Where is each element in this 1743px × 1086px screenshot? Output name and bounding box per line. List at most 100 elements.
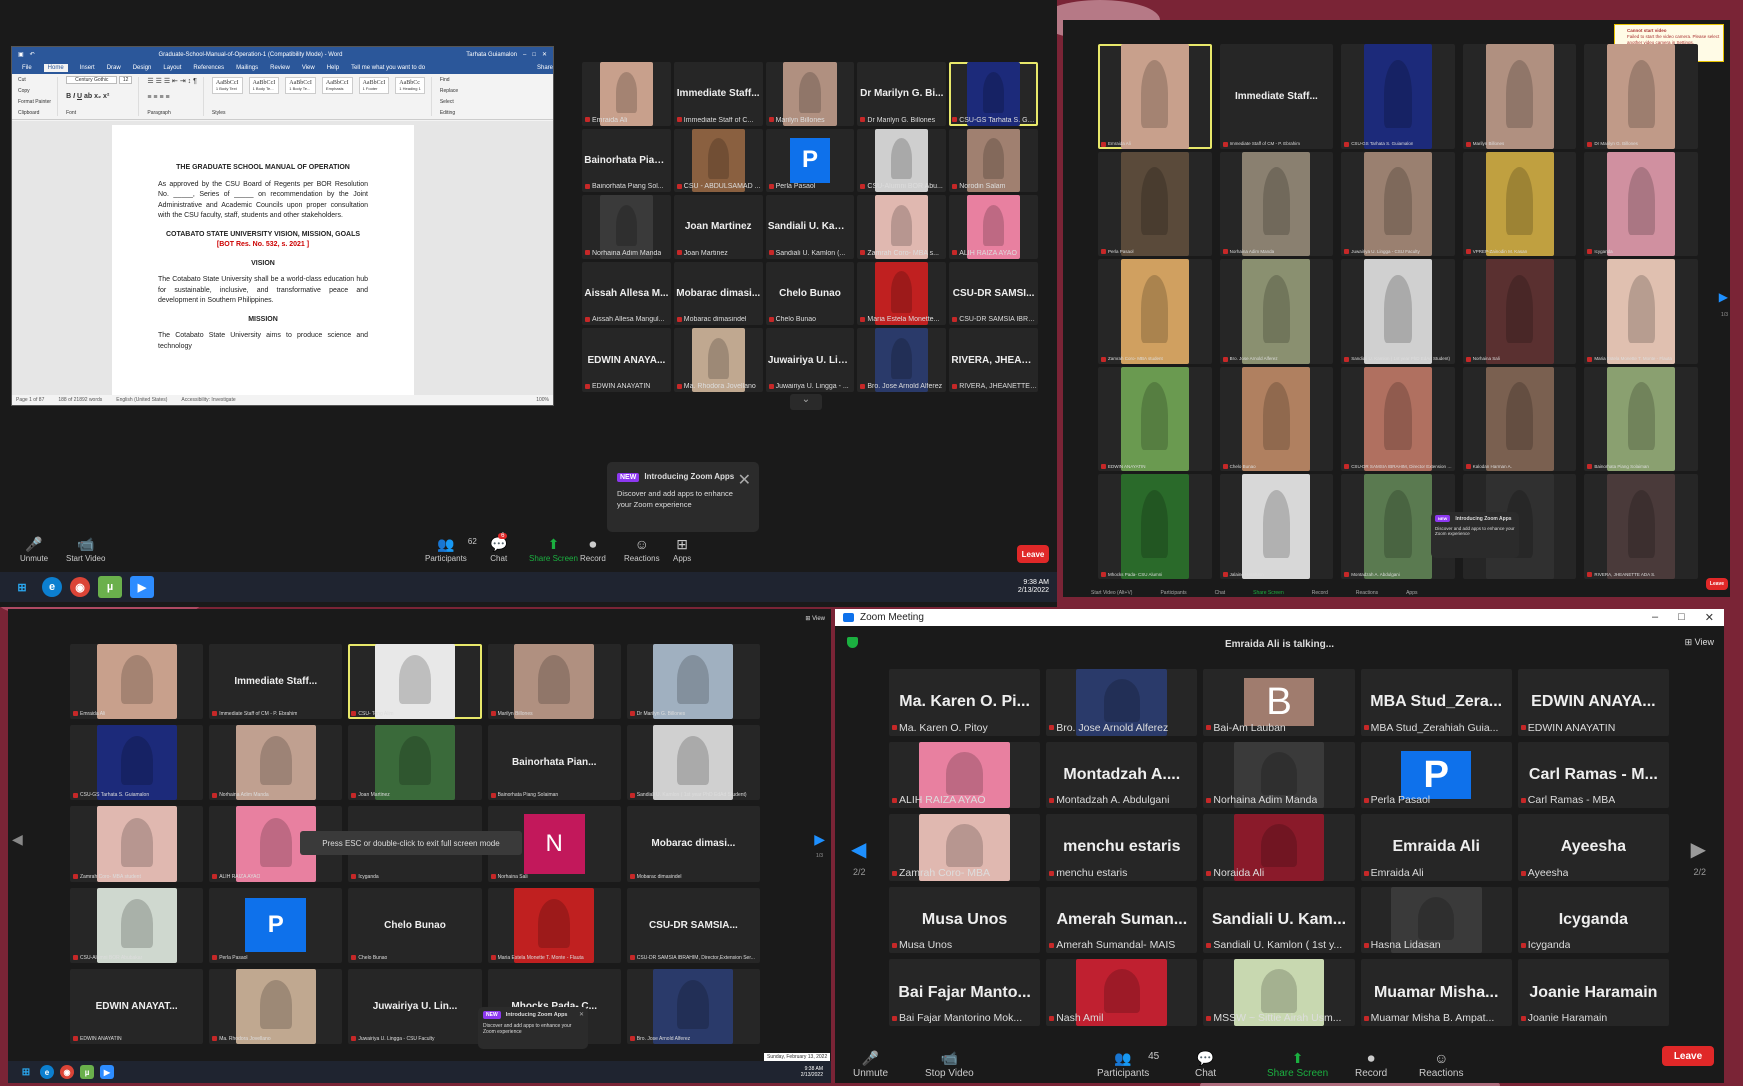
participant-tile[interactable]: MBA Stud_Zera... MBA Stud_Zerahiah Guia..…	[1360, 669, 1512, 736]
participant-tile[interactable]: Ma. Rhodora Jovellano	[673, 328, 763, 392]
participant-tile[interactable]: Joan Martinez Joan Martinez	[673, 195, 763, 259]
maximize-icon[interactable]: □	[1678, 611, 1685, 624]
participant-tile[interactable]: Aissah Allesa M... Aissah Allesa Mangul..…	[582, 261, 671, 326]
start-video-button[interactable]: 📹 Start Video	[66, 537, 105, 563]
prev-page-arrow[interactable]: ◀	[851, 837, 866, 862]
reactions-button[interactable]: ☺ Reactions	[1419, 1051, 1463, 1079]
close-icon[interactable]: ✕	[579, 1011, 584, 1018]
share-screen-button[interactable]: ⬆ Share Screen	[1267, 1051, 1328, 1079]
participant-tile[interactable]: Sandiali U. Kam... Sandiali U. Kamlon ( 1…	[1203, 886, 1355, 954]
windows-start-icon[interactable]: ⊞	[10, 576, 34, 598]
unmute-button[interactable]: 🎤 Unmute	[20, 537, 48, 563]
torrent-icon[interactable]: µ	[80, 1065, 94, 1079]
word-menu-item[interactable]: Layout	[163, 65, 181, 71]
participant-tile[interactable]: Kalodan Harman A.	[1462, 366, 1577, 472]
zoom-taskbar-icon[interactable]: ▶	[130, 576, 154, 598]
participant-tile[interactable]: Ayeesha Ayeesha	[1517, 814, 1669, 881]
participant-tile[interactable]: Bainorhata Pian... Bainorhata Piang Sol..…	[582, 128, 671, 193]
participant-tile[interactable]: Mobarac dimasi... Mobarac dimasindel	[673, 261, 763, 326]
participant-tile[interactable]: Jalaine Haraham	[1219, 474, 1334, 579]
participant-tile[interactable]: ALIH RAIZA AYAO	[889, 741, 1041, 809]
chat-button[interactable]: 💬 Chat	[1195, 1051, 1216, 1079]
participant-tile[interactable]: Joan Martinez	[348, 725, 482, 801]
windows-start-icon[interactable]: ⊞	[18, 1064, 34, 1080]
participant-tile[interactable]: Norodin Salam	[949, 128, 1038, 193]
page-count[interactable]: Page 1 of 87	[16, 397, 44, 403]
participant-tile[interactable]: Carl Ramas - M... Carl Ramas - MBA	[1517, 741, 1669, 809]
participant-tile[interactable]: RIVERA, JHEANETTE ADA S.	[1584, 474, 1698, 579]
toolbar-item[interactable]: Start Video (Alt+V)	[1091, 590, 1132, 596]
participant-tile[interactable]: ALIH RAIZA AYAO	[949, 195, 1038, 259]
list-buttons[interactable]: ☰ ☰ ☰ ⇤ ⇥ ↕ ¶	[147, 77, 197, 85]
participant-tile[interactable]: Chelo Bunao Chelo Bunao	[765, 261, 855, 326]
stop-video-button[interactable]: 📹 Stop Video	[925, 1051, 974, 1079]
participant-tile[interactable]: Bainorhata Pian... Bainorhata Piang Solai…	[487, 725, 621, 801]
prev-page-arrow[interactable]: ◀	[12, 831, 23, 848]
language[interactable]: English (United States)	[116, 397, 167, 403]
participant-tile[interactable]: Marilyn Billones	[1462, 44, 1577, 149]
participant-tile[interactable]: Juwairiya U. Lingga - CSU Faculty	[1341, 151, 1455, 257]
participant-tile[interactable]: CSU - ABDULSAMAD ...	[673, 128, 763, 193]
toolbar-item[interactable]: Reactions	[1356, 590, 1378, 596]
participant-tile[interactable]: Bro. Jose Arnold Alferez	[857, 328, 947, 392]
view-button[interactable]: ⊞ View	[805, 615, 825, 622]
leave-button[interactable]: Leave	[1662, 1046, 1714, 1066]
participant-tile[interactable]: Emraida Ali	[1098, 44, 1212, 149]
participant-tile[interactable]: Juwairiya U. Lin... Juwairiya U. Lingga -…	[765, 328, 855, 392]
word-count[interactable]: 188 of 21892 words	[58, 397, 102, 403]
toolbar-item[interactable]: Apps	[1406, 590, 1417, 596]
share-screen-button[interactable]: ⬆ Share Screen	[529, 537, 578, 563]
participant-tile[interactable]: Marilyn Billones	[487, 644, 621, 720]
undo-icon[interactable]: ↶	[30, 51, 35, 58]
participant-tile[interactable]: CSU-GS Tarhata S. Guiamalon	[70, 725, 204, 801]
participant-tile[interactable]: Nash Amil	[1046, 959, 1198, 1026]
participant-tile[interactable]: Dr Marilyn G. Billones	[626, 644, 760, 720]
participant-tile[interactable]: Noraida Ali	[1203, 814, 1355, 881]
participant-tile[interactable]: Ma. Rhodora Jovellano	[209, 968, 343, 1044]
align-buttons[interactable]: ≡ ≡ ≡ ≡	[147, 94, 197, 101]
apps-button[interactable]: ⊞ Apps	[673, 537, 691, 563]
torrent-icon[interactable]: µ	[98, 576, 122, 598]
participant-tile[interactable]: Emraida Ali	[70, 644, 204, 720]
participant-tile[interactable]: RIVERA, JHEAN... RIVERA, JHEANETTE ...	[949, 328, 1038, 392]
next-page-arrow[interactable]: ▶	[1719, 290, 1728, 304]
participant-tile[interactable]: Norhaina Sali	[1462, 259, 1577, 364]
participant-tile[interactable]: Emraida Ali Emraida Ali	[1360, 814, 1512, 881]
participant-tile[interactable]: CSU- Teng Alim	[348, 644, 482, 720]
chat-button[interactable]: 💬 6 Chat	[490, 533, 508, 563]
zoom-taskbar-icon[interactable]: ▶	[100, 1065, 114, 1079]
leave-button[interactable]: Leave	[1017, 545, 1049, 563]
participant-tile[interactable]: CSU-Alumni BOR Abubakar	[70, 887, 204, 963]
word-menu-item[interactable]: Help	[327, 65, 339, 71]
participant-tile[interactable]: P Perla Pasaol	[765, 128, 855, 193]
word-menu-item[interactable]: Home	[43, 64, 68, 72]
participant-tile[interactable]: Bro. Jose Arnold Alferez	[1219, 259, 1334, 364]
participant-tile[interactable]: Bro. Jose Arnold Alferez	[1046, 669, 1198, 736]
participant-tile[interactable]: Norhaina Adim Manda	[209, 725, 343, 801]
save-icon[interactable]: ▣	[18, 51, 24, 58]
participant-tile[interactable]: Icyganda	[1584, 151, 1698, 257]
record-button[interactable]: ⏺ Record	[1355, 1051, 1387, 1079]
find-button[interactable]: Find	[440, 77, 458, 83]
participant-tile[interactable]: Maria Estela Monette T. Monte - Flauta	[487, 887, 621, 963]
participant-tile[interactable]: Chelo Bunao Chelo Bunao	[348, 887, 482, 963]
participant-tile[interactable]: MSSW ~ Sittie Airah Usm...	[1203, 959, 1355, 1026]
word-menu-item[interactable]: Draw	[107, 65, 121, 71]
participant-tile[interactable]: Musa Unos Musa Unos	[889, 886, 1041, 954]
style-preset[interactable]: AaBbCcI Emphasis	[321, 77, 353, 94]
participant-tile[interactable]: Ma. Karen O. Pi... Ma. Karen O. Pitoy	[889, 669, 1041, 736]
word-menu-item[interactable]: Review	[270, 65, 290, 71]
toolbar-item[interactable]: Participants	[1160, 590, 1186, 596]
word-menu-item[interactable]: Share	[537, 65, 553, 71]
participants-button[interactable]: 👥 62 Participants	[425, 537, 477, 563]
chrome-icon[interactable]: ◉	[60, 1065, 74, 1079]
participant-tile[interactable]: Montadzah A.... Montadzah A. Abdulgani	[1046, 741, 1198, 809]
participant-tile[interactable]: Zamrah Coro- MBA student	[1098, 259, 1212, 364]
participant-tile[interactable]: Dr Marilyn G. Bi... Dr Marilyn G. Billone…	[857, 62, 947, 126]
participant-tile[interactable]: menchu estaris menchu estaris	[1046, 814, 1198, 881]
participant-tile[interactable]: Mobarac dimasi... Mobarac dimasindel	[626, 806, 760, 882]
word-menu-item[interactable]: File	[22, 65, 32, 71]
view-button[interactable]: ⊞ View	[1685, 637, 1714, 648]
close-icon[interactable]: ✕	[1705, 611, 1714, 624]
participants-button[interactable]: 👥 45 Participants	[1097, 1051, 1159, 1079]
